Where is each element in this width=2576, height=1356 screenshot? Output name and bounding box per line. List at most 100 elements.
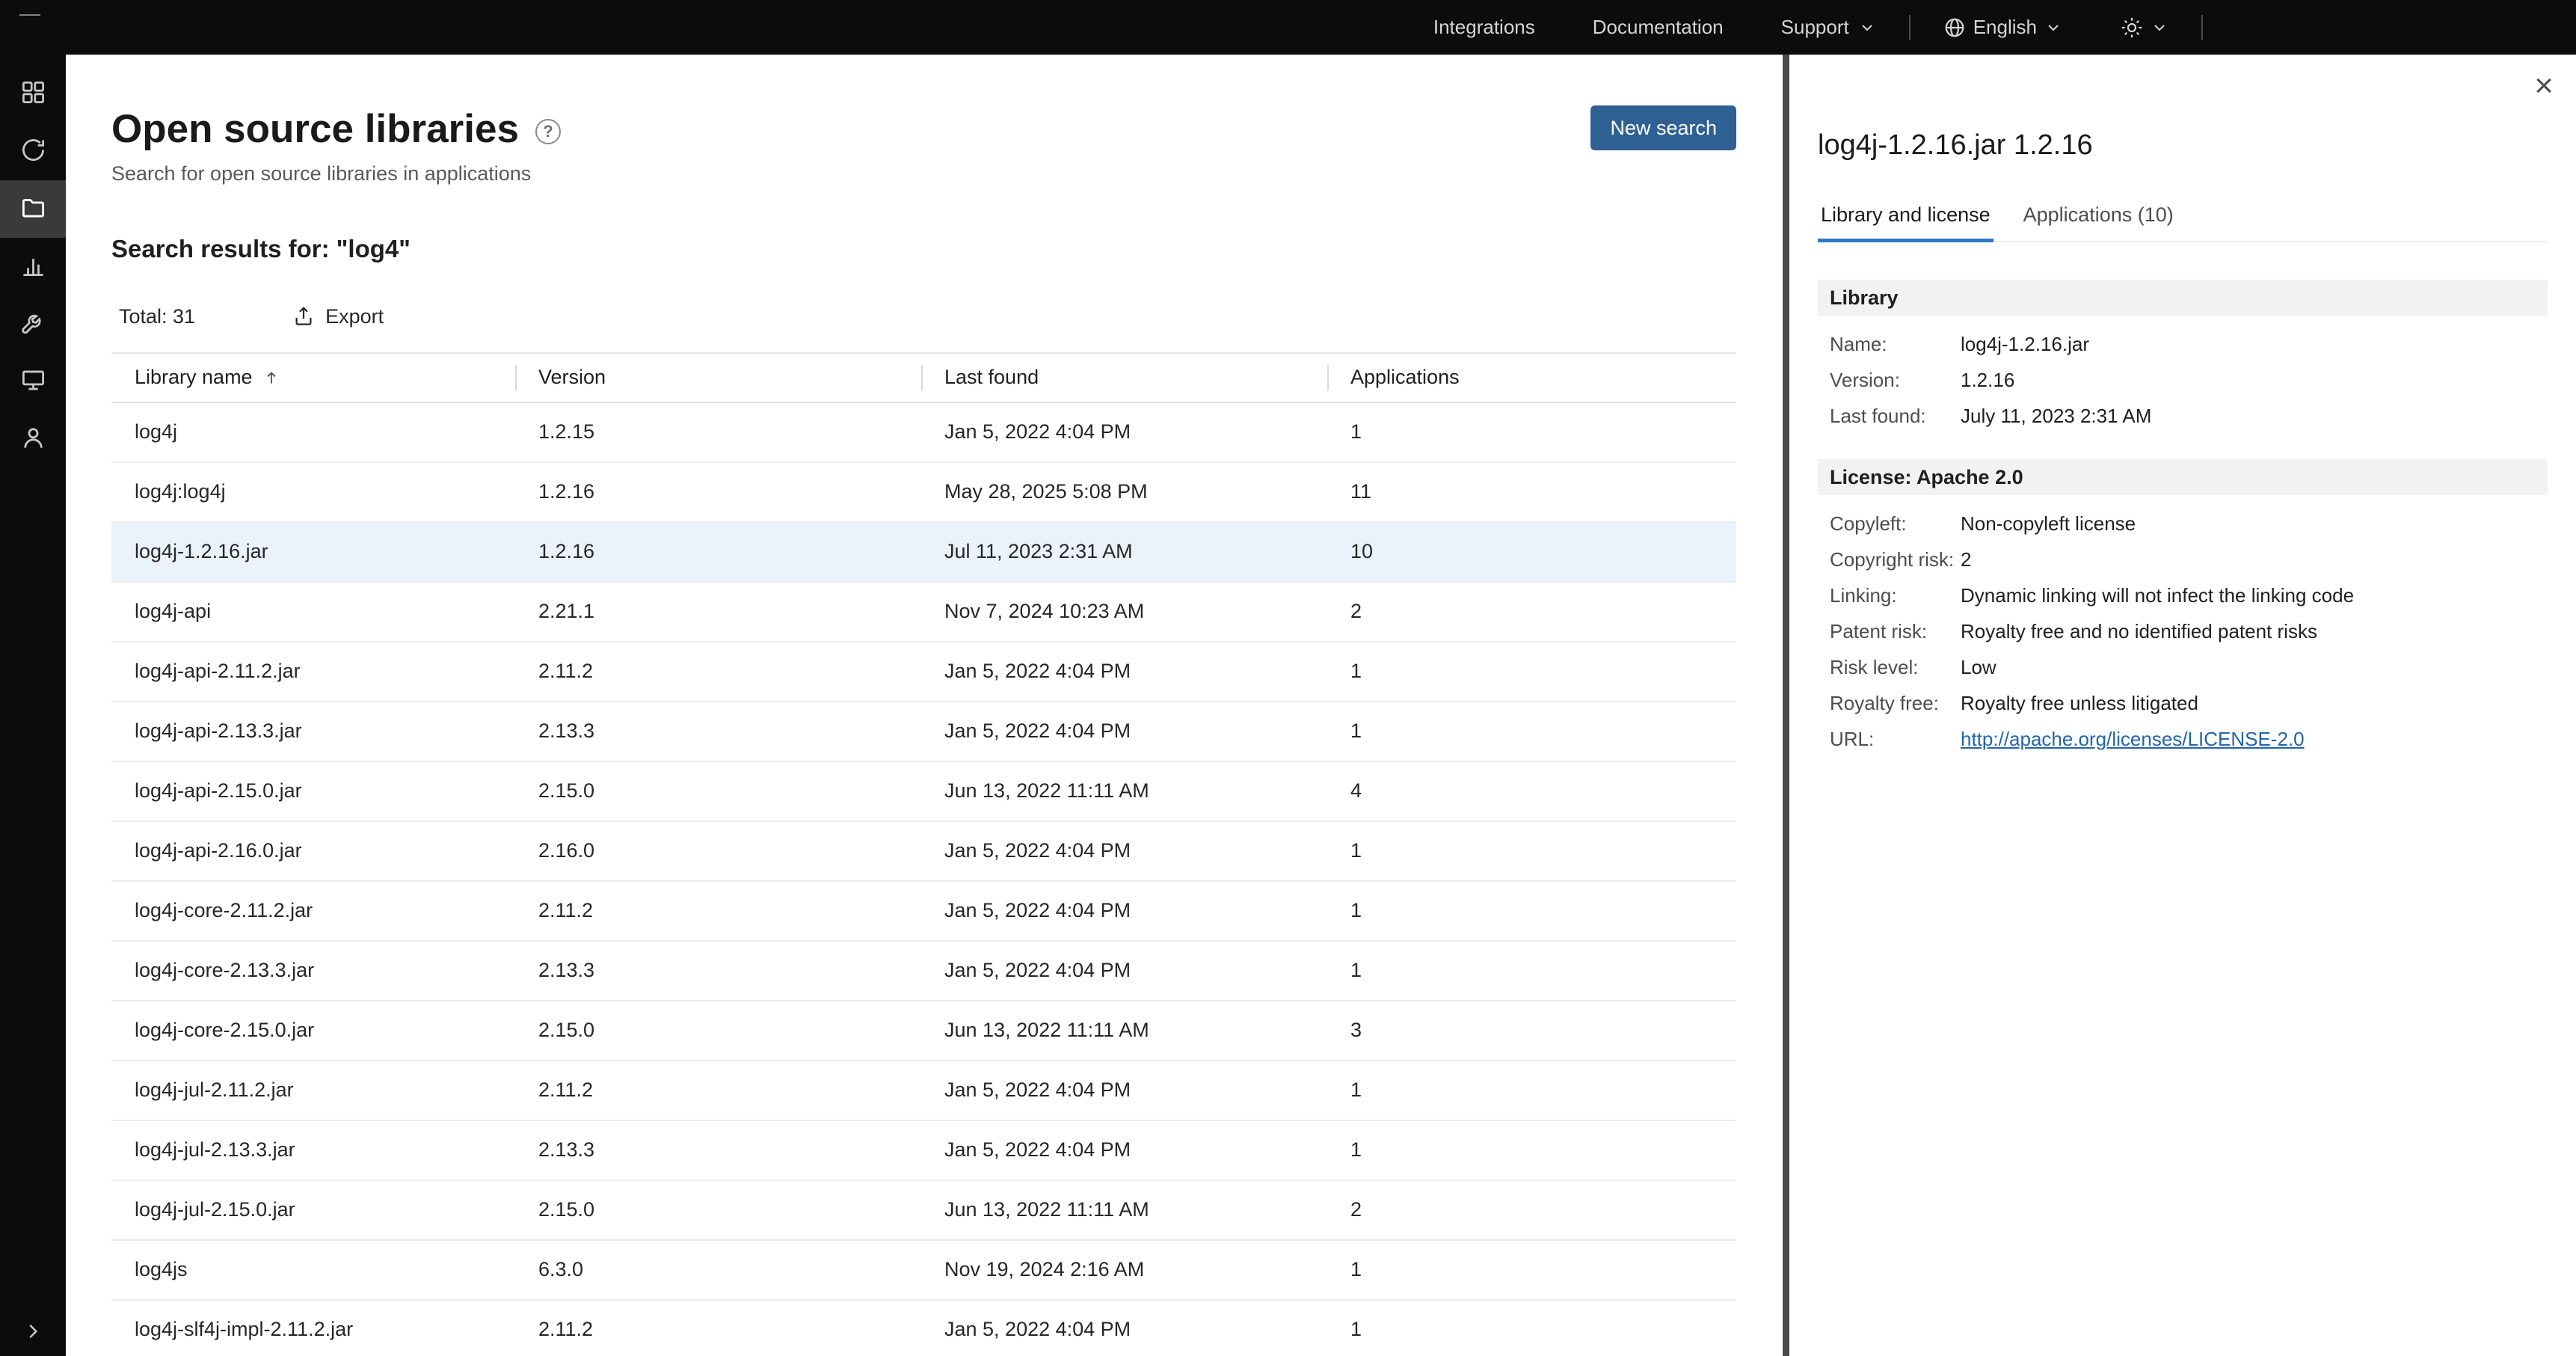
field-value: Low: [1961, 656, 1996, 679]
table-row[interactable]: log4j-jul-2.13.3.jar 2.13.3 Jan 5, 2022 …: [111, 1121, 1736, 1181]
cell-last-found: Jan 5, 2022 4:04 PM: [921, 839, 1327, 862]
column-header-version[interactable]: Version: [515, 354, 921, 402]
table-row[interactable]: log4j-api-2.15.0.jar 2.15.0 Jun 13, 2022…: [111, 762, 1736, 822]
table-row[interactable]: log4j-api-2.11.2.jar 2.11.2 Jan 5, 2022 …: [111, 642, 1736, 702]
drawer-title: log4j-1.2.16.jar 1.2.16: [1818, 129, 2548, 162]
field-label: Name:: [1830, 333, 1961, 356]
cell-last-found: Nov 19, 2024 2:16 AM: [921, 1258, 1327, 1281]
table-row[interactable]: log4j-1.2.16.jar 1.2.16 Jul 11, 2023 2:3…: [111, 523, 1736, 583]
table-row[interactable]: log4j-api 2.21.1 Nov 7, 2024 10:23 AM 2: [111, 583, 1736, 642]
cell-version: 2.13.3: [515, 1138, 921, 1162]
cell-library-name: log4js: [111, 1258, 515, 1281]
export-button[interactable]: Export: [292, 305, 384, 328]
cell-last-found: Jan 5, 2022 4:04 PM: [921, 660, 1327, 683]
page-title: Open source libraries ?: [111, 105, 561, 153]
language-selector[interactable]: English: [1943, 16, 2062, 39]
cell-last-found: Jan 5, 2022 4:04 PM: [921, 899, 1327, 922]
field-value: Royalty free and no identified patent ri…: [1961, 620, 2317, 643]
field-row: Royalty free: Royalty free unless litiga…: [1818, 685, 2548, 721]
field-label: Copyleft:: [1830, 512, 1961, 536]
theme-selector[interactable]: [2121, 16, 2168, 39]
panel-section: License: Apache 2.0 Copyleft: Non-copyle…: [1818, 459, 2548, 757]
sidebar-item-integrations[interactable]: [0, 353, 66, 411]
nav-item-documentation[interactable]: Documentation: [1593, 16, 1724, 39]
section-header: Library: [1818, 280, 2548, 316]
cell-version: 2.15.0: [515, 779, 921, 803]
cell-last-found: Nov 7, 2024 10:23 AM: [921, 600, 1327, 623]
table-row[interactable]: log4j-jul-2.11.2.jar 2.11.2 Jan 5, 2022 …: [111, 1061, 1736, 1121]
sidebar-item-components[interactable]: [0, 65, 66, 123]
drawer-sections: Library Name: log4j-1.2.16.jar Version: …: [1818, 280, 2548, 757]
cell-last-found: Jun 13, 2022 11:11 AM: [921, 1198, 1327, 1221]
cell-applications: 1: [1327, 839, 1736, 862]
globe-icon: [1943, 16, 1966, 39]
field-value: Non-copyleft license: [1961, 512, 2136, 536]
sun-icon: [2121, 16, 2143, 39]
table-row[interactable]: log4j 1.2.15 Jan 5, 2022 4:04 PM 1: [111, 403, 1736, 463]
column-label: Version: [538, 366, 606, 389]
table-row[interactable]: log4j-slf4j-impl-2.11.2.jar 2.11.2 Jan 5…: [111, 1301, 1736, 1356]
field-list: Name: log4j-1.2.16.jar Version: 1.2.16 L…: [1818, 326, 2548, 434]
close-icon[interactable]: ×: [2534, 70, 2554, 102]
table-row[interactable]: log4j-api-2.16.0.jar 2.16.0 Jan 5, 2022 …: [111, 822, 1736, 882]
cell-applications: 1: [1327, 1079, 1736, 1102]
sidebar-item-users[interactable]: [0, 411, 66, 468]
field-row: Copyright risk: 2: [1818, 542, 2548, 577]
field-value: July 11, 2023 2:31 AM: [1961, 405, 2151, 428]
results-heading: Search results for: "log4": [111, 235, 1736, 263]
cell-version: 2.15.0: [515, 1198, 921, 1221]
field-row: Risk level: Low: [1818, 649, 2548, 685]
field-value: 2: [1961, 548, 1971, 571]
table-row[interactable]: log4j-jul-2.15.0.jar 2.15.0 Jun 13, 2022…: [111, 1181, 1736, 1241]
drawer-resize-handle[interactable]: [1783, 55, 1789, 1356]
cell-applications: 2: [1327, 600, 1736, 623]
nav-item-integrations[interactable]: Integrations: [1433, 16, 1535, 39]
cell-version: 2.21.1: [515, 600, 921, 623]
field-value: Royalty free unless litigated: [1961, 692, 2198, 715]
cell-last-found: Jan 5, 2022 4:04 PM: [921, 959, 1327, 982]
cell-version: 2.13.3: [515, 959, 921, 982]
field-value: log4j-1.2.16.jar: [1961, 333, 2089, 356]
cell-last-found: Jan 5, 2022 4:04 PM: [921, 420, 1327, 444]
table-row[interactable]: log4j-core-2.15.0.jar 2.15.0 Jun 13, 202…: [111, 1001, 1736, 1061]
table-row[interactable]: log4js 6.3.0 Nov 19, 2024 2:16 AM 1: [111, 1241, 1736, 1301]
column-header-applications[interactable]: Applications: [1327, 354, 1736, 402]
table-row[interactable]: log4j-core-2.13.3.jar 2.13.3 Jan 5, 2022…: [111, 942, 1736, 1001]
nav-item-support[interactable]: Support: [1781, 16, 1876, 39]
sidebar-item-reports[interactable]: [0, 238, 66, 295]
cell-applications: 1: [1327, 1138, 1736, 1162]
new-search-button[interactable]: New search: [1590, 105, 1736, 150]
sidebar-item-libraries[interactable]: [0, 180, 66, 238]
topbar-nav: Integrations Documentation Support Engli…: [1433, 15, 2576, 40]
folder-icon: [19, 194, 47, 225]
column-label: Applications: [1350, 366, 1460, 389]
cell-last-found: Jan 5, 2022 4:04 PM: [921, 1318, 1327, 1341]
field-label: Risk level:: [1830, 656, 1961, 679]
sidebar-expand-button[interactable]: [0, 1320, 66, 1343]
cell-applications: 10: [1327, 540, 1736, 563]
table-row[interactable]: log4j-api-2.13.3.jar 2.13.3 Jan 5, 2022 …: [111, 702, 1736, 762]
cell-library-name: log4j-jul-2.15.0.jar: [111, 1198, 515, 1221]
license-url-link[interactable]: http://apache.org/licenses/LICENSE-2.0: [1961, 728, 2305, 750]
language-label: English: [1973, 16, 2037, 39]
field-label: Last found:: [1830, 405, 1961, 428]
components-icon: [19, 79, 47, 110]
user-icon: [19, 424, 47, 455]
tab-library-and-license[interactable]: Library and license: [1818, 203, 1994, 242]
cell-library-name: log4j-1.2.16.jar: [111, 540, 515, 563]
table-row[interactable]: log4j:log4j 1.2.16 May 28, 2025 5:08 PM …: [111, 463, 1736, 523]
refresh-icon: [19, 136, 47, 168]
tab-applications[interactable]: Applications (10): [2020, 203, 2177, 242]
cell-library-name: log4j-jul-2.11.2.jar: [111, 1079, 515, 1102]
table-row[interactable]: log4j-core-2.11.2.jar 2.11.2 Jan 5, 2022…: [111, 882, 1736, 942]
libraries-table: Library name Version Last found Applicat…: [111, 352, 1736, 1356]
sidebar-item-scans[interactable]: [0, 123, 66, 180]
help-icon[interactable]: ?: [535, 119, 561, 144]
cell-library-name: log4j-api-2.11.2.jar: [111, 660, 515, 683]
sidebar-item-tools[interactable]: [0, 295, 66, 353]
column-header-library-name[interactable]: Library name: [111, 354, 515, 402]
column-header-last-found[interactable]: Last found: [921, 354, 1327, 402]
cell-library-name: log4j-api: [111, 600, 515, 623]
cell-version: 1.2.16: [515, 480, 921, 503]
cell-library-name: log4j: [111, 420, 515, 444]
